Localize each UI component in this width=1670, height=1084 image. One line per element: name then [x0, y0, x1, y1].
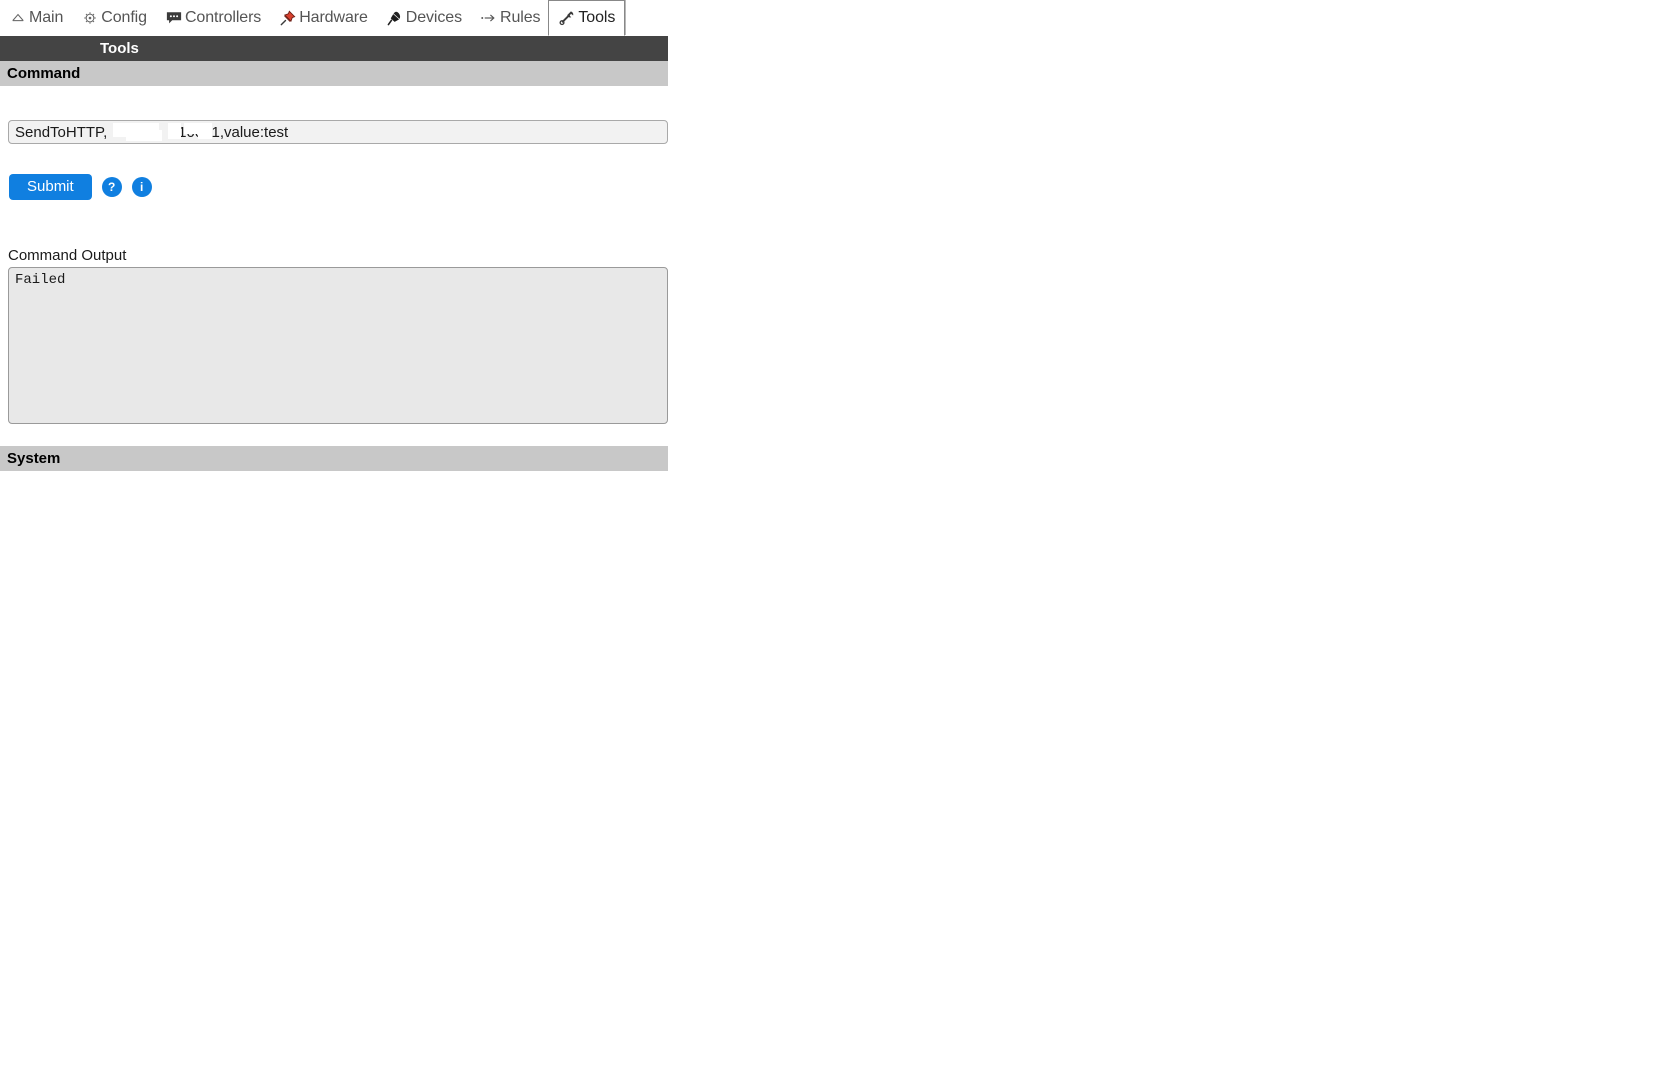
command-actions-row: Submit ? i	[0, 144, 668, 200]
tab-rules[interactable]: Rules	[470, 0, 550, 36]
tab-bar-trailing-spacer	[625, 0, 683, 36]
section-header-system: System	[0, 446, 668, 471]
info-icon-button[interactable]: i	[131, 177, 152, 197]
command-field-row	[0, 120, 668, 144]
tab-tools[interactable]: Tools	[548, 0, 626, 36]
command-output-textarea[interactable]	[8, 267, 668, 424]
speech-bubble-icon	[165, 9, 183, 27]
plug-icon	[386, 9, 404, 27]
tab-controllers[interactable]: Controllers	[155, 0, 271, 36]
tab-main-label: Main	[29, 9, 64, 26]
wrench-icon	[558, 9, 576, 27]
command-output-label: Command Output	[8, 247, 127, 264]
tab-controllers-label: Controllers	[184, 9, 262, 26]
spacer-above-system-header	[0, 424, 668, 446]
submit-button[interactable]: Submit	[9, 174, 92, 200]
command-input[interactable]	[8, 120, 668, 144]
tab-main[interactable]: Main	[0, 0, 73, 36]
help-icon-button[interactable]: ?	[101, 177, 122, 197]
spacer-below-command-header	[0, 86, 668, 120]
gear-icon	[81, 9, 99, 27]
tab-tools-label: Tools	[578, 9, 616, 26]
tab-config-label: Config	[101, 9, 147, 26]
home-icon	[9, 9, 27, 27]
section-header-command: Command	[0, 61, 668, 86]
tools-page: Tools Command Submit ? i Command Output …	[0, 36, 668, 471]
section-header-command-label: Command	[7, 65, 81, 82]
page-title: Tools	[100, 40, 139, 57]
pushpin-icon	[279, 9, 297, 27]
page-title-bar: Tools	[0, 36, 668, 61]
tab-config[interactable]: Config	[72, 0, 156, 36]
tab-hardware[interactable]: Hardware	[270, 0, 377, 36]
arrow-right-icon	[480, 9, 498, 27]
tab-devices-label: Devices	[405, 9, 462, 26]
main-tab-bar: Main Config Controllers Hardware Devices…	[0, 0, 1670, 36]
section-header-system-label: System	[7, 450, 61, 467]
tab-hardware-label: Hardware	[299, 9, 368, 26]
tab-devices[interactable]: Devices	[376, 0, 471, 36]
command-input-wrapper	[8, 120, 668, 144]
tab-rules-label: Rules	[499, 9, 541, 26]
